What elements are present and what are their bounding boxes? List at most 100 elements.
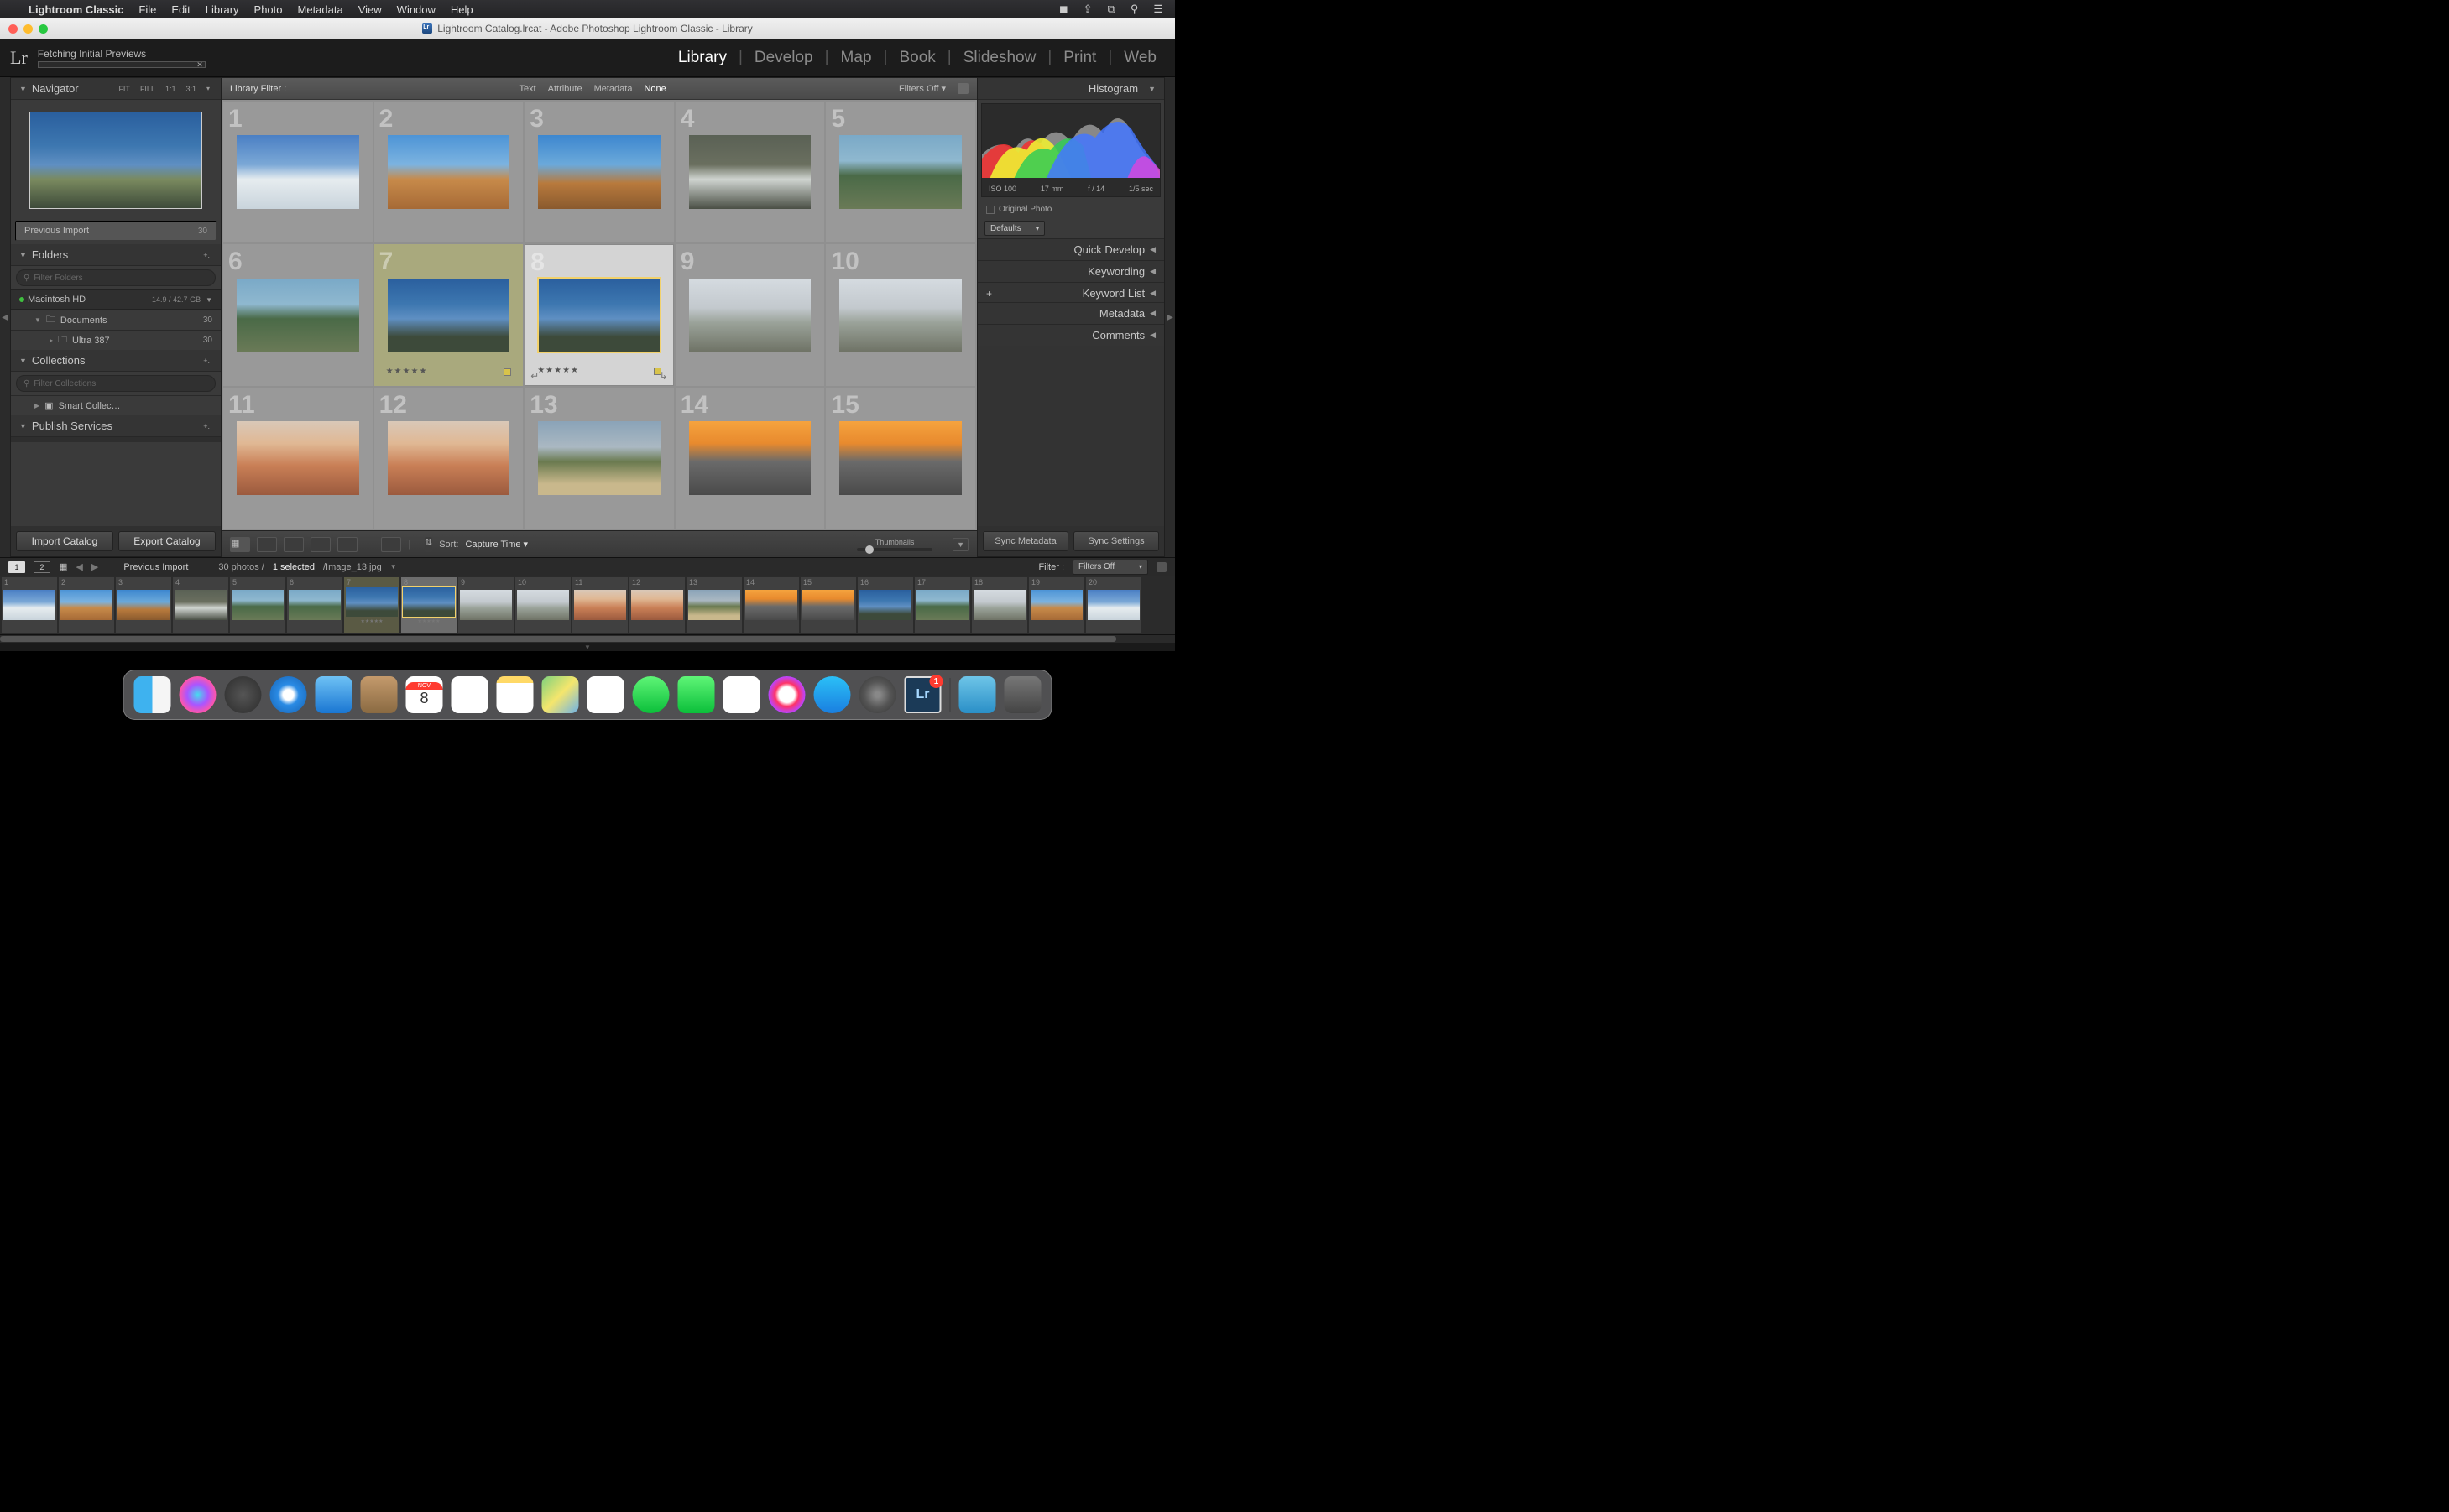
filter-attribute[interactable]: Attribute — [548, 84, 582, 94]
painter-tool-icon[interactable] — [381, 537, 401, 552]
filmstrip-cell[interactable]: 11 — [572, 577, 628, 633]
dock-preferences-icon[interactable] — [859, 676, 896, 713]
toolbar-dropdown-icon[interactable]: ▼ — [953, 538, 969, 551]
grid-cell[interactable]: 12 — [374, 388, 524, 529]
menu-metadata[interactable]: Metadata — [298, 3, 343, 16]
add-keyword-icon[interactable]: + — [986, 288, 992, 300]
dock-appstore-icon[interactable] — [814, 676, 851, 713]
nav-mode-1to1[interactable]: 1:1 — [163, 85, 179, 93]
nav-mode-zoom[interactable]: 3:1 — [183, 85, 199, 93]
navigator-preview[interactable] — [29, 112, 202, 209]
filmstrip-cell[interactable]: 17 — [915, 577, 970, 633]
control-center-icon[interactable]: ☰ — [1153, 3, 1163, 16]
filmstrip-cell[interactable]: 9 — [458, 577, 514, 633]
loupe-view-icon[interactable] — [257, 537, 277, 552]
module-map[interactable]: Map — [838, 49, 875, 67]
dock-downloads-icon[interactable] — [959, 676, 996, 713]
filmstrip-cell[interactable]: 16 — [858, 577, 913, 633]
chevron-down-icon[interactable]: ▼ — [390, 563, 397, 571]
grid-cell[interactable]: 3 — [525, 102, 674, 242]
airplay-icon[interactable]: ⧉ — [1108, 3, 1115, 16]
original-photo-checkbox[interactable]: Original Photo — [978, 201, 1164, 218]
quickdev-preset-select[interactable]: Defaults▾ — [984, 221, 1045, 236]
rotate-left-icon[interactable]: ↵ — [530, 370, 539, 382]
sync-metadata-button[interactable]: Sync Metadata — [983, 531, 1068, 551]
comments-header[interactable]: Comments◀ — [978, 324, 1164, 346]
filmstrip-cell[interactable]: 10 — [515, 577, 571, 633]
menu-view[interactable]: View — [358, 3, 382, 16]
filmstrip-cell[interactable]: 6 — [287, 577, 342, 633]
spotlight-alt-icon[interactable]: ⇪ — [1084, 3, 1093, 16]
breadcrumb-source[interactable]: Previous Import — [123, 562, 188, 572]
module-book[interactable]: Book — [896, 49, 938, 67]
sync-settings-button[interactable]: Sync Settings — [1073, 531, 1159, 551]
export-catalog-button[interactable]: Export Catalog — [118, 531, 216, 551]
filmstrip-cell[interactable]: 14 — [744, 577, 799, 633]
sort-value[interactable]: Capture Time ▾ — [465, 539, 528, 550]
folder-row-documents[interactable]: ▼ 🗀 Documents 30 — [11, 310, 221, 330]
window-minimize-button[interactable] — [23, 24, 33, 34]
filmstrip-scrollbar[interactable] — [0, 634, 1175, 643]
chevron-down-icon[interactable]: ▼ — [206, 296, 212, 304]
second-window-button[interactable]: 2 — [34, 561, 50, 573]
filmstrip-cell[interactable]: 13 — [687, 577, 742, 633]
add-collection-icon[interactable]: +. — [201, 357, 212, 365]
grid-view-small-icon[interactable]: ▦ — [59, 561, 67, 572]
dock-contacts-icon[interactable] — [361, 676, 398, 713]
left-panel-collapse[interactable]: ◀ — [0, 77, 10, 557]
dock-finder-icon[interactable] — [134, 676, 171, 713]
publish-header[interactable]: ▼ Publish Services +. — [11, 415, 221, 437]
survey-view-icon[interactable] — [311, 537, 331, 552]
grid-cell[interactable]: 13 — [525, 388, 674, 529]
menu-help[interactable]: Help — [451, 3, 473, 16]
right-panel-collapse[interactable]: ▶ — [1165, 77, 1175, 557]
navigator-header[interactable]: ▼ Navigator FIT FILL 1:1 3:1 ▾ — [11, 78, 221, 100]
go-forward-icon[interactable]: ▶ — [91, 561, 98, 572]
dock-siri-icon[interactable] — [180, 676, 217, 713]
go-back-icon[interactable]: ◀ — [76, 561, 82, 572]
collections-header[interactable]: ▼ Collections +. — [11, 350, 221, 372]
chevron-down-icon[interactable]: ▾ — [204, 85, 212, 92]
filmstrip-cell[interactable]: 15 — [801, 577, 856, 633]
grid-cell[interactable]: 11 — [223, 388, 373, 529]
histogram-display[interactable]: ISO 100 17 mm f / 14 1/5 sec — [981, 103, 1161, 197]
grid-cell[interactable]: 14 — [676, 388, 825, 529]
grid-cell[interactable]: 9 — [676, 244, 825, 385]
dock-safari-icon[interactable] — [270, 676, 307, 713]
dock-messages-icon[interactable] — [633, 676, 670, 713]
grid-cell[interactable]: 1 — [223, 102, 373, 242]
dock-notes-icon[interactable] — [497, 676, 534, 713]
module-slideshow[interactable]: Slideshow — [960, 49, 1040, 67]
main-window-button[interactable]: 1 — [8, 561, 25, 573]
volume-row[interactable]: Macintosh HD 14.9 / 42.7 GB ▼ — [11, 289, 221, 310]
grid-cell[interactable]: 4 — [676, 102, 825, 242]
filmstrip-cell[interactable]: 18 — [972, 577, 1027, 633]
grid-cell[interactable]: 8★★★★★↵↳ — [525, 244, 674, 385]
filmstrip-cell[interactable]: 1 — [2, 577, 57, 633]
filter-text[interactable]: Text — [519, 84, 535, 94]
thumbnail-size-slider[interactable] — [857, 548, 932, 551]
add-publish-icon[interactable]: +. — [201, 422, 212, 430]
grid-cell[interactable]: 10 — [826, 244, 975, 385]
thumbnail-grid[interactable]: 1234567★★★★★8★★★★★↵↳9101112131415 — [222, 100, 977, 530]
dock-facetime-icon[interactable] — [678, 676, 715, 713]
menu-photo[interactable]: Photo — [254, 3, 283, 16]
module-develop[interactable]: Develop — [751, 49, 817, 67]
filters-off-dropdown[interactable]: Filters Off ▾ — [899, 83, 946, 94]
keyword-list-header[interactable]: + Keyword List◀ — [978, 282, 1164, 304]
filter-none[interactable]: None — [644, 84, 666, 94]
dock-reminders-icon[interactable] — [452, 676, 488, 713]
compare-view-icon[interactable] — [284, 537, 304, 552]
window-zoom-button[interactable] — [39, 24, 48, 34]
grid-cell[interactable]: 7★★★★★ — [374, 244, 524, 385]
module-library[interactable]: Library — [675, 49, 730, 67]
collection-row-smart[interactable]: ▶ ▣ Smart Collec… — [11, 395, 221, 415]
dock-calendar-icon[interactable]: NOV8 — [406, 676, 443, 713]
menu-edit[interactable]: Edit — [171, 3, 190, 16]
filmstrip-cell[interactable]: 4 — [173, 577, 228, 633]
grid-cell[interactable]: 6 — [223, 244, 373, 385]
document-proxy-icon[interactable] — [422, 23, 432, 34]
menu-window[interactable]: Window — [397, 3, 436, 16]
search-icon[interactable]: ⚲ — [1131, 3, 1139, 16]
progress-cancel-icon[interactable]: ✕ — [196, 60, 203, 70]
